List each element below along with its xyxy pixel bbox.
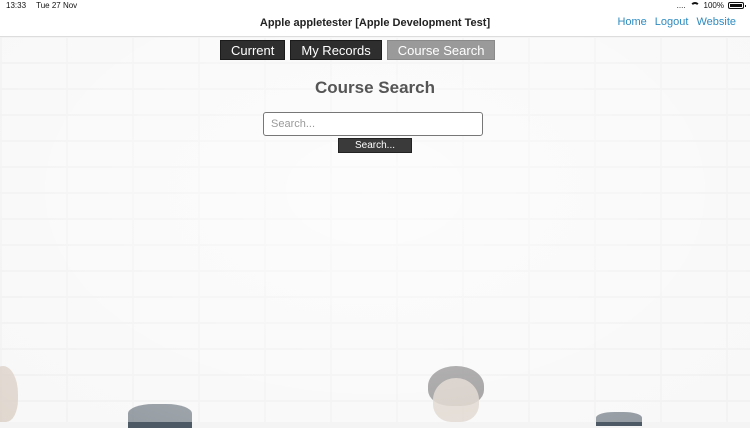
battery-icon [728, 2, 746, 9]
page-title: Course Search [315, 78, 435, 97]
tab-course-search[interactable]: Course Search [386, 40, 496, 60]
tab-my-records[interactable]: My Records [290, 40, 382, 60]
home-link[interactable]: Home [617, 16, 646, 28]
status-time: 13:33 [6, 1, 27, 10]
search-input[interactable] [263, 112, 483, 136]
app-header: Apple appletester [Apple Development Tes… [0, 12, 750, 37]
signal-icon: .... [676, 1, 686, 10]
battery-percent: 100% [703, 1, 724, 10]
wifi-icon [689, 2, 700, 9]
battery-fill [730, 4, 742, 7]
header-links: Home Logout Website [617, 16, 736, 28]
search-button[interactable]: Search... [338, 138, 412, 153]
website-link[interactable]: Website [696, 16, 736, 28]
status-date: Tue 27 Nov [36, 1, 78, 10]
status-bar: 13:33 Tue 27 Nov .... 100% [0, 0, 750, 12]
logout-link[interactable]: Logout [655, 16, 689, 28]
tab-current[interactable]: Current [220, 40, 286, 60]
tab-bar: Current My Records Course Search [220, 40, 496, 60]
